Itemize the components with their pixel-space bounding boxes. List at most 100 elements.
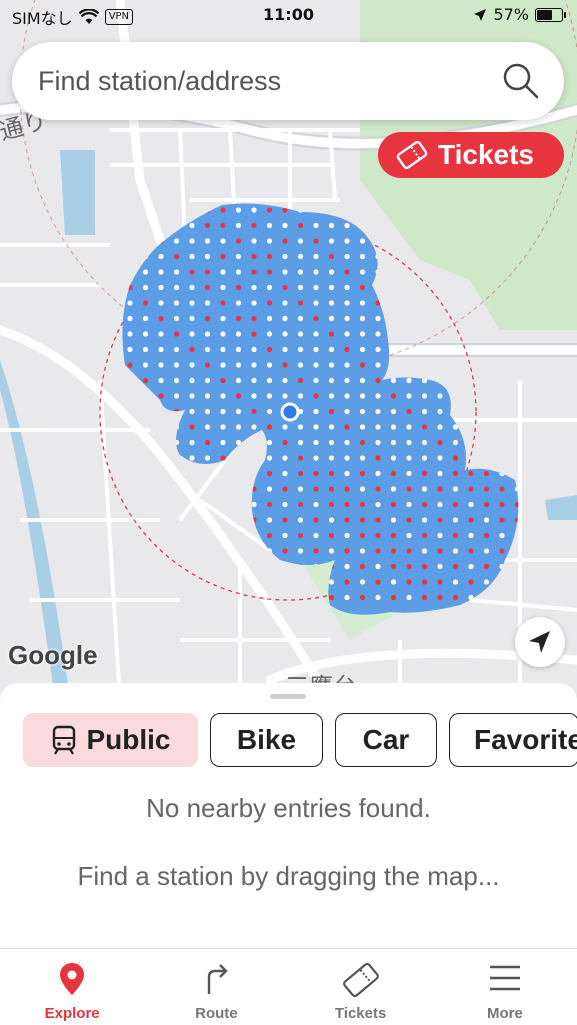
sheet-drag-handle[interactable] (270, 694, 306, 699)
coverage-dot (344, 501, 350, 508)
coverage-dot (468, 315, 474, 322)
tab-tickets[interactable]: Tickets (289, 949, 433, 1025)
coverage-dot (344, 207, 350, 213)
coverage-dot (251, 346, 257, 353)
search-bar[interactable] (12, 42, 564, 120)
mode-car-label: Car (362, 724, 410, 755)
coverage-dot (483, 501, 490, 508)
coverage-dot (235, 362, 242, 368)
coverage-dot (282, 362, 288, 368)
coverage-dot (452, 424, 459, 430)
coverage-dot (251, 424, 257, 430)
coverage-dot (514, 331, 519, 337)
coverage-dot (499, 501, 505, 508)
coverage-dot (173, 315, 180, 322)
coverage-dot (266, 424, 273, 430)
coverage-dot (189, 269, 195, 275)
coverage-dot (468, 579, 474, 585)
coverage-dot (313, 238, 319, 244)
coverage-dot (406, 579, 412, 585)
tab-more[interactable]: More (433, 949, 577, 1025)
coverage-dot (313, 486, 319, 492)
coverage-dot (127, 269, 133, 275)
coverage-dot (452, 439, 459, 446)
search-icon[interactable] (500, 60, 540, 100)
coverage-dot (437, 501, 443, 508)
mode-favorites[interactable]: Favorites (449, 713, 577, 767)
google-attribution: Google (8, 640, 98, 670)
coverage-dot (328, 238, 335, 244)
coverage-dot (483, 470, 490, 477)
mode-car[interactable]: Car (335, 713, 437, 767)
tab-more-label: More (486, 1005, 523, 1022)
coverage-dot (127, 486, 133, 492)
coverage-dot (313, 532, 319, 539)
coverage-dot (375, 284, 381, 291)
coverage-dot (421, 548, 428, 554)
coverage-dot (142, 253, 149, 260)
map-view[interactable]: 通り 三鷹台 Tickets Google (0, 0, 577, 700)
coverage-dot (173, 362, 180, 368)
coverage-dot (344, 253, 350, 260)
coverage-dot (328, 532, 335, 539)
coverage-dot (158, 486, 164, 492)
coverage-dot (452, 362, 459, 368)
mode-bike[interactable]: Bike (210, 713, 323, 767)
search-input[interactable] (36, 60, 480, 102)
coverage-dot (204, 532, 211, 539)
coverage-dot (127, 346, 133, 353)
coverage-dot (220, 269, 226, 275)
coverage-dot (499, 362, 505, 368)
tickets-button[interactable]: Tickets (378, 132, 564, 178)
coverage-dot (375, 269, 381, 275)
coverage-dot (158, 563, 164, 570)
tab-route[interactable]: Route (144, 949, 288, 1025)
coverage-dot (235, 207, 242, 213)
coverage-dot (282, 269, 288, 275)
coverage-dot (235, 408, 242, 415)
coverage-dot (282, 300, 288, 306)
coverage-dot (452, 563, 459, 570)
coverage-dot (499, 579, 505, 585)
coverage-dot (406, 284, 412, 291)
coverage-dot (297, 455, 304, 461)
coverage-dot (437, 486, 443, 492)
coverage-dot (344, 517, 350, 523)
coverage-dot (437, 594, 443, 601)
tab-explore[interactable]: Explore (0, 949, 144, 1025)
coverage-dot (313, 207, 319, 213)
coverage-dot (220, 362, 226, 368)
coverage-dot (251, 362, 257, 368)
coverage-dot (173, 563, 180, 570)
coverage-dot (220, 346, 226, 353)
coverage-dot (158, 439, 164, 446)
coverage-dot (421, 455, 428, 461)
coverage-dot (282, 207, 288, 213)
coverage-dot (359, 331, 366, 337)
coverage-dot (189, 346, 195, 353)
coverage-dot (282, 486, 288, 492)
mode-public[interactable]: Public (23, 713, 198, 767)
coverage-dot (173, 222, 180, 229)
coverage-dot (499, 377, 505, 384)
coverage-dot (452, 315, 459, 322)
coverage-dot (266, 377, 273, 384)
coverage-dot (328, 424, 335, 430)
coverage-dot (235, 222, 242, 229)
coverage-dot (189, 253, 195, 260)
coverage-dot (421, 408, 428, 415)
coverage-dot (158, 269, 164, 275)
coverage-dot (266, 532, 273, 539)
coverage-dot (235, 393, 242, 399)
coverage-dot (189, 300, 195, 306)
coverage-dot (158, 284, 164, 291)
coverage-dot (421, 424, 428, 430)
locate-me-button[interactable] (515, 617, 565, 667)
coverage-dot (158, 362, 164, 368)
coverage-dot (406, 486, 412, 492)
coverage-dot (344, 455, 350, 461)
coverage-dot (282, 579, 288, 585)
coverage-dot (266, 486, 273, 492)
coverage-dot (220, 455, 226, 461)
coverage-dot (189, 408, 195, 415)
